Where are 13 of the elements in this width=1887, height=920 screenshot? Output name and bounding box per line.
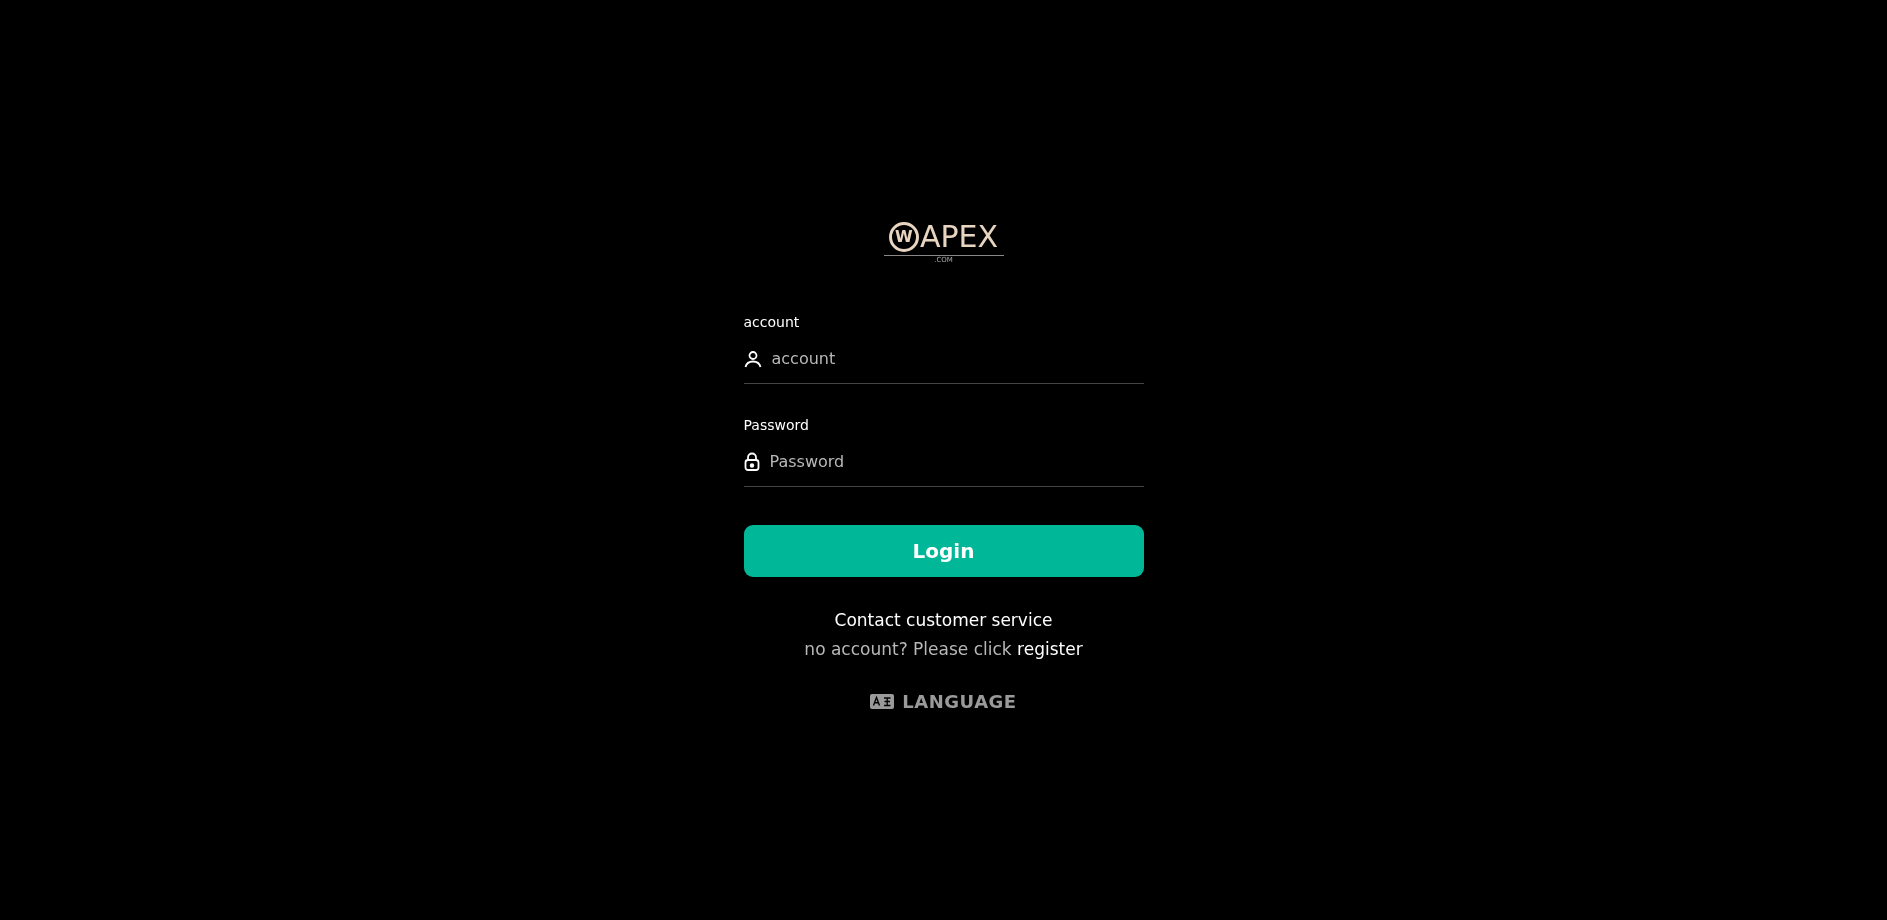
user-icon [743,350,762,369]
account-field[interactable]: account [771,347,1144,372]
language-button[interactable]: LANGUAGE [864,686,1023,716]
register-link[interactable]: register [1017,639,1083,660]
contact-link[interactable]: Contact customer service [834,607,1053,634]
language-icon [870,693,895,709]
field-label: Password [743,415,810,435]
field-label: account [743,313,801,333]
logo-mark: W [888,222,919,252]
lock-icon [743,452,760,472]
password-field[interactable]: Password [769,449,1144,474]
register-prompt: no account? Please click register [804,638,1083,662]
logo-name: APEX [919,222,999,252]
